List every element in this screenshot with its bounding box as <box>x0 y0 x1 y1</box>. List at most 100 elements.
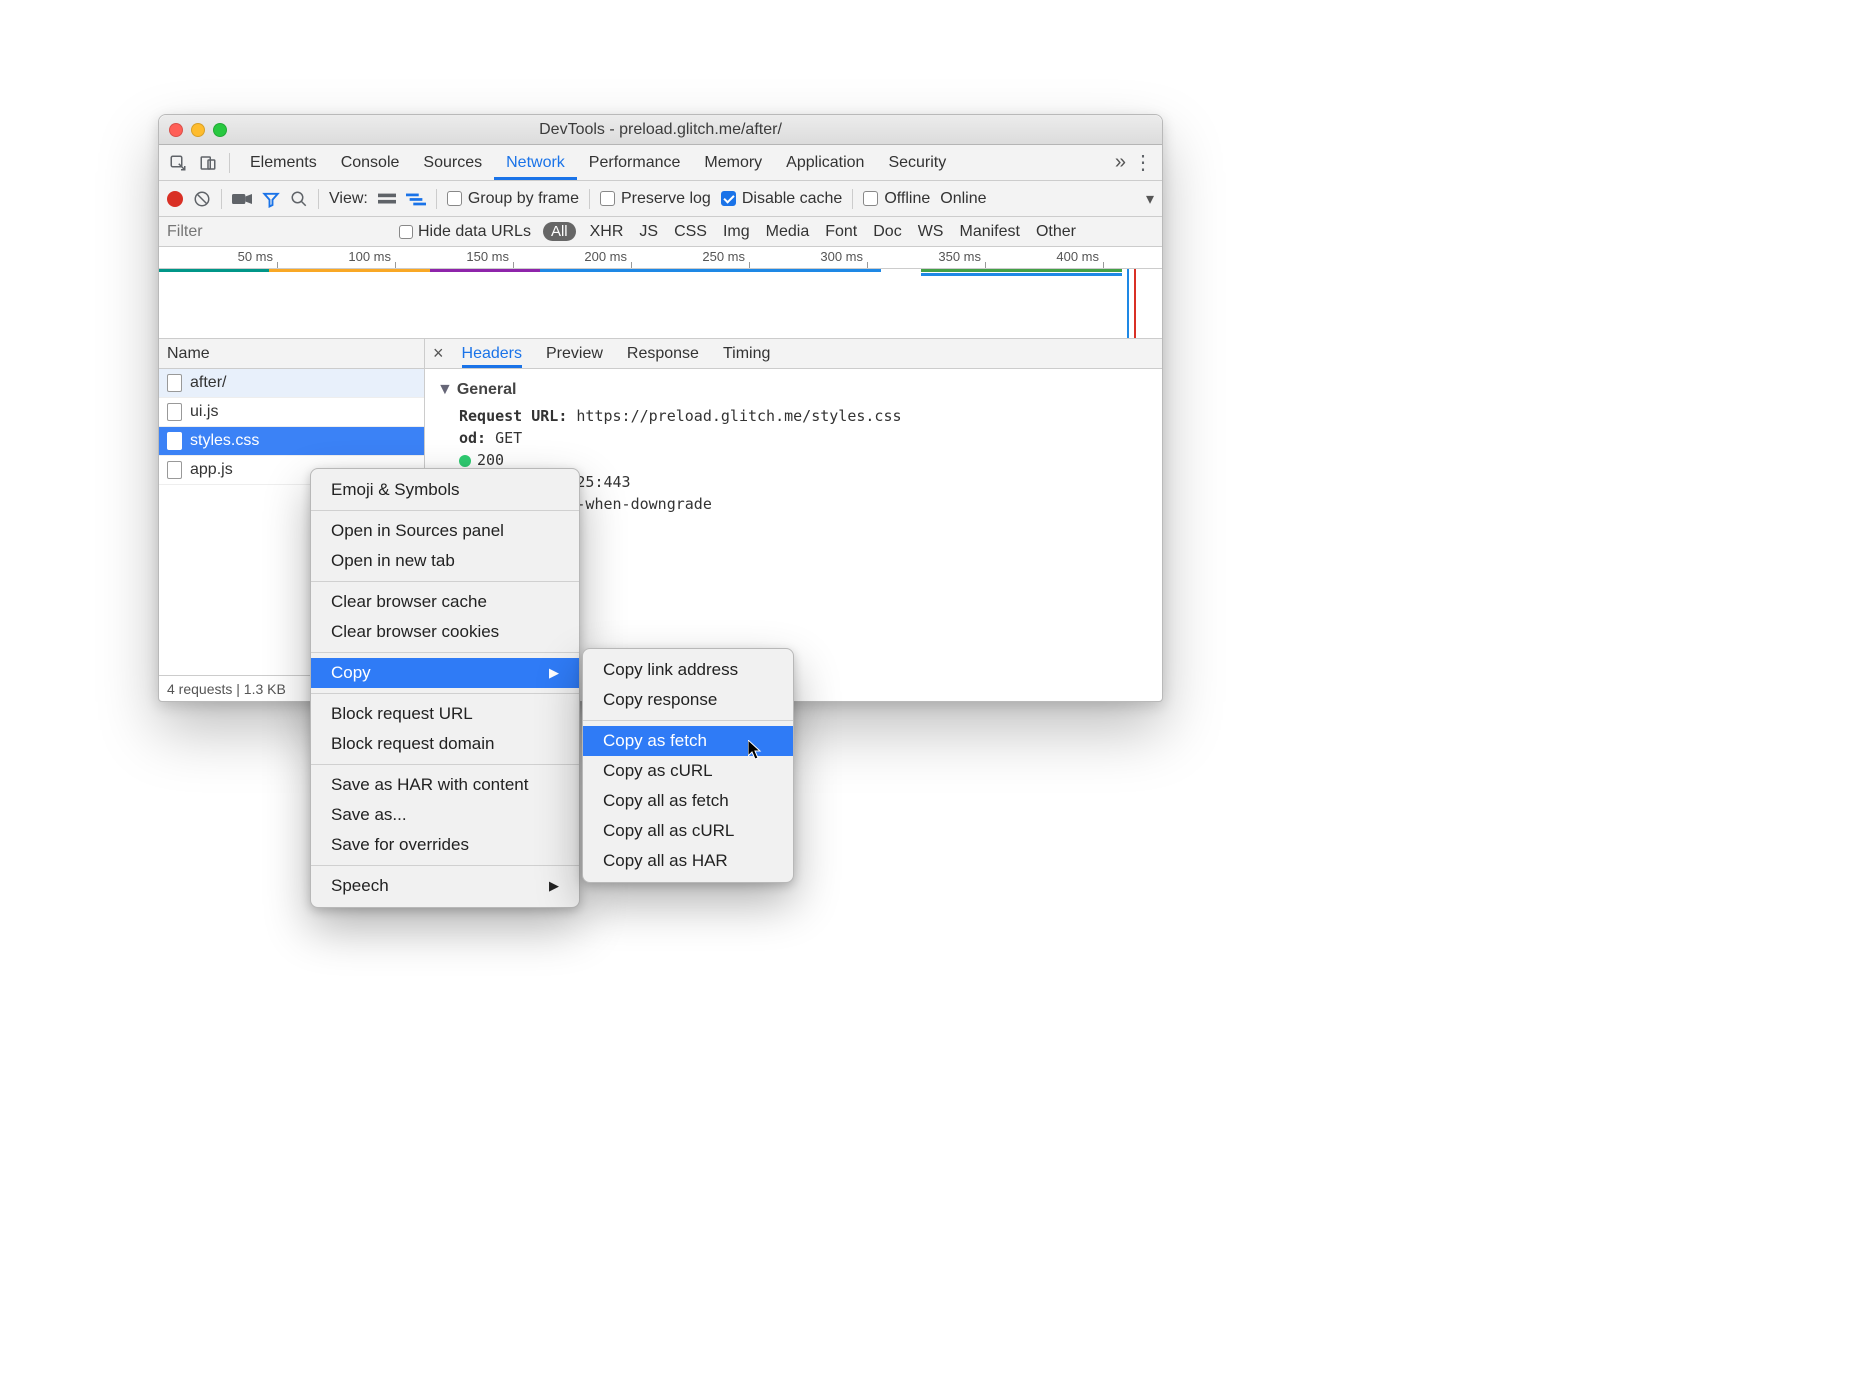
inspect-icon[interactable] <box>165 150 191 176</box>
type-filter-manifest[interactable]: Manifest <box>959 223 1019 240</box>
waterfall-toggle-icon[interactable] <box>406 192 426 206</box>
menu-item[interactable]: Copy▶ <box>311 658 579 688</box>
type-filter-css[interactable]: CSS <box>674 223 707 240</box>
offline-checkbox[interactable]: Offline <box>863 190 930 208</box>
menu-item[interactable]: Save for overrides <box>311 830 579 860</box>
details-tab-headers[interactable]: Headers <box>462 339 522 368</box>
overflow-icon[interactable]: » <box>1115 151 1126 174</box>
separator <box>229 153 230 173</box>
request-row[interactable]: ui.js <box>159 398 424 427</box>
panel-tab-memory[interactable]: Memory <box>692 145 774 180</box>
request-list-header[interactable]: Name <box>159 339 424 369</box>
filter-icon[interactable] <box>262 190 280 208</box>
throttling-dropdown-icon[interactable]: ▾ <box>1146 189 1154 209</box>
menu-item[interactable]: Copy link address <box>583 655 793 685</box>
request-row[interactable]: after/ <box>159 369 424 398</box>
panel-tab-console[interactable]: Console <box>329 145 412 180</box>
request-name: ui.js <box>190 403 218 421</box>
request-row[interactable]: styles.css <box>159 427 424 456</box>
panel-tab-security[interactable]: Security <box>876 145 958 180</box>
details-tab-timing[interactable]: Timing <box>723 339 770 368</box>
filter-input[interactable] <box>159 223 399 241</box>
panel-tab-sources[interactable]: Sources <box>411 145 494 180</box>
view-label: View: <box>329 190 368 208</box>
window-title: DevTools - preload.glitch.me/after/ <box>159 121 1162 139</box>
submenu-arrow-icon: ▶ <box>549 878 559 894</box>
close-details-icon[interactable]: × <box>433 343 444 364</box>
type-filter-font[interactable]: Font <box>825 223 857 240</box>
menu-item[interactable]: Save as HAR with content <box>311 770 579 800</box>
panel-tabbar: ElementsConsoleSourcesNetworkPerformance… <box>159 145 1162 181</box>
menu-item[interactable]: Copy as cURL <box>583 756 793 786</box>
panel-tab-performance[interactable]: Performance <box>577 145 693 180</box>
camera-icon[interactable] <box>232 192 252 206</box>
disable-cache-checkbox[interactable]: Disable cache <box>721 190 843 208</box>
filter-bar: Hide data URLs All XHR JS CSS Img Media Font D… <box>159 217 1162 247</box>
document-icon <box>167 461 182 479</box>
timeline-ruler[interactable]: 50 ms100 ms150 ms200 ms250 ms300 ms350 m… <box>159 247 1162 269</box>
details-tabbar: × Headers Preview Response Timing <box>425 339 1162 369</box>
request-name: after/ <box>190 374 226 392</box>
menu-item[interactable]: Save as... <box>311 800 579 830</box>
status-code-row: 200 <box>459 451 1150 469</box>
group-by-frame-checkbox[interactable]: Group by frame <box>447 190 579 208</box>
search-icon[interactable] <box>290 190 308 208</box>
mouse-cursor-icon <box>748 740 764 760</box>
menu-item[interactable]: Emoji & Symbols <box>311 475 579 505</box>
menu-item[interactable]: Block request URL <box>311 699 579 729</box>
type-filter-xhr[interactable]: XHR <box>590 223 624 240</box>
kebab-menu-icon[interactable]: ⋮ <box>1130 150 1156 176</box>
menu-item[interactable]: Clear browser cookies <box>311 617 579 647</box>
network-toolbar: View: Group by frame Preserve log Disabl… <box>159 181 1162 217</box>
panel-tab-application[interactable]: Application <box>774 145 876 180</box>
panel-tab-elements[interactable]: Elements <box>238 145 329 180</box>
document-icon <box>167 374 182 392</box>
menu-item[interactable]: Copy all as cURL <box>583 816 793 846</box>
ruler-tick: 350 ms <box>938 249 985 264</box>
general-section-header[interactable]: ▼General <box>437 381 1150 399</box>
request-method-row: od: GET <box>459 429 1150 447</box>
type-filter-media[interactable]: Media <box>766 223 810 240</box>
clear-icon[interactable] <box>193 190 211 208</box>
details-tab-preview[interactable]: Preview <box>546 339 603 368</box>
details-tab-response[interactable]: Response <box>627 339 699 368</box>
ruler-tick: 300 ms <box>820 249 867 264</box>
menu-item[interactable]: Speech▶ <box>311 871 579 901</box>
ruler-tick: 250 ms <box>702 249 749 264</box>
record-icon[interactable] <box>167 191 183 207</box>
menu-item[interactable]: Copy all as HAR <box>583 846 793 876</box>
ruler-tick: 50 ms <box>238 249 277 264</box>
window-title-prefix: DevTools - <box>539 121 619 138</box>
type-filter-ws[interactable]: WS <box>918 223 944 240</box>
devtools-window: DevTools - preload.glitch.me/after/ Elem… <box>158 114 1163 702</box>
throttling-online-label[interactable]: Online <box>940 190 986 208</box>
type-filter-img[interactable]: Img <box>723 223 750 240</box>
device-toggle-icon[interactable] <box>195 150 221 176</box>
menu-item[interactable]: Open in Sources panel <box>311 516 579 546</box>
context-menu: Emoji & Symbols Open in Sources panelOpen… <box>310 468 580 908</box>
menu-item[interactable]: Copy response <box>583 685 793 715</box>
timeline-overview[interactable] <box>159 269 1162 339</box>
menu-item[interactable]: Open in new tab <box>311 546 579 576</box>
type-filter-doc[interactable]: Doc <box>873 223 901 240</box>
request-name: styles.css <box>190 432 259 450</box>
type-filter-js[interactable]: JS <box>639 223 658 240</box>
copy-submenu: Copy link addressCopy responseCopy as fe… <box>582 648 794 883</box>
ruler-tick: 400 ms <box>1056 249 1103 264</box>
ruler-tick: 200 ms <box>584 249 631 264</box>
preserve-log-checkbox[interactable]: Preserve log <box>600 190 711 208</box>
request-name: app.js <box>190 461 233 479</box>
status-dot-icon <box>459 455 471 467</box>
menu-item[interactable]: Clear browser cache <box>311 587 579 617</box>
panel-tab-network[interactable]: Network <box>494 145 577 180</box>
request-url-row: Request URL: https://preload.glitch.me/s… <box>459 407 1150 425</box>
hide-data-urls-checkbox[interactable]: Hide data URLs <box>399 223 531 241</box>
large-rows-icon[interactable] <box>378 192 396 206</box>
titlebar: DevTools - preload.glitch.me/after/ <box>159 115 1162 145</box>
submenu-arrow-icon: ▶ <box>549 665 559 681</box>
type-filter-other[interactable]: Other <box>1036 223 1076 240</box>
menu-item[interactable]: Copy all as fetch <box>583 786 793 816</box>
ruler-tick: 150 ms <box>466 249 513 264</box>
type-all-pill[interactable]: All <box>543 222 576 241</box>
menu-item[interactable]: Block request domain <box>311 729 579 759</box>
